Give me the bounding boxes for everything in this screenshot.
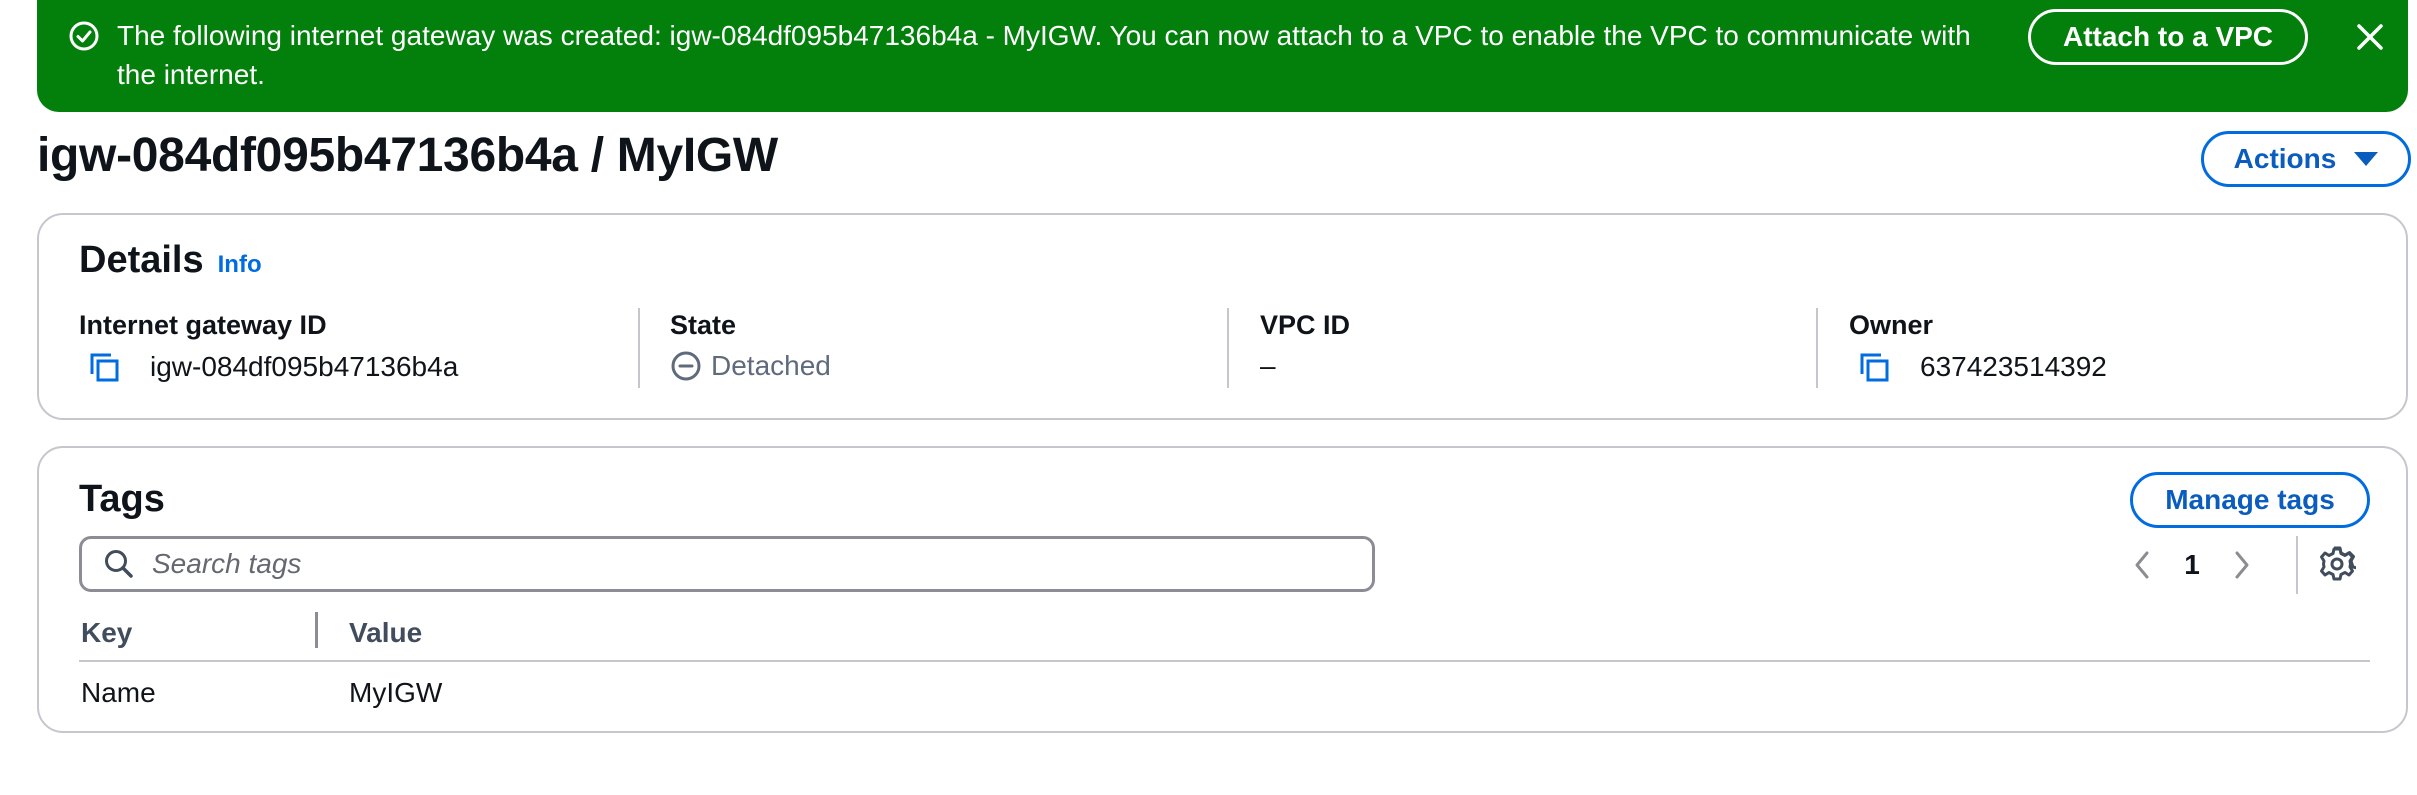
stopped-status-icon	[671, 351, 701, 381]
chevron-left-icon[interactable]	[2127, 545, 2157, 585]
info-link[interactable]: Info	[218, 251, 262, 278]
details-heading: Details Info	[79, 239, 262, 282]
column-header-key[interactable]: Key	[79, 617, 349, 649]
field-label: State	[670, 310, 737, 340]
pagination: 1	[2127, 540, 2257, 590]
page-number[interactable]: 1	[2157, 549, 2227, 581]
pagination-divider	[2296, 536, 2298, 594]
state-field: State Detached	[670, 310, 831, 392]
copy-icon[interactable]	[87, 350, 121, 384]
actions-dropdown-button[interactable]: Actions	[2201, 131, 2411, 187]
tag-key-cell: Name	[81, 677, 156, 708]
copy-icon[interactable]	[1857, 350, 1891, 384]
field-value: igw-084df095b47136b4a	[150, 351, 459, 382]
field-value: Detached	[711, 350, 831, 381]
vpc-id-field: VPC ID –	[1260, 310, 1350, 392]
field-value: 637423514392	[1920, 351, 2107, 382]
column-divider	[1816, 308, 1818, 388]
table-header-row: Key Value	[79, 606, 2370, 662]
flash-message: The following internet gateway was creat…	[117, 20, 1971, 90]
manage-tags-button[interactable]: Manage tags	[2130, 472, 2370, 528]
internet-gateway-id-field: Internet gateway ID igw-084df095b47136b4…	[79, 310, 458, 392]
search-tags-field[interactable]	[79, 536, 1375, 592]
close-icon[interactable]	[2353, 20, 2387, 54]
actions-label: Actions	[2233, 143, 2337, 174]
success-check-icon	[69, 21, 99, 51]
tags-table: Key Value Name MyIGW	[79, 606, 2370, 724]
field-label: VPC ID	[1260, 310, 1351, 340]
table-row: Name MyIGW	[79, 662, 2370, 724]
column-divider	[1227, 308, 1229, 388]
column-resizer[interactable]	[315, 612, 318, 648]
tags-heading: Tags	[79, 478, 165, 520]
details-panel: Details Info Internet gateway ID igw-084d…	[37, 213, 2408, 420]
page-title: igw-084df095b47136b4a / MyIGW	[37, 129, 778, 182]
tags-panel: Tags Manage tags 1 Key Value	[37, 446, 2408, 733]
attach-to-vpc-button[interactable]: Attach to a VPC	[2028, 9, 2308, 65]
chevron-right-icon[interactable]	[2227, 545, 2257, 585]
details-title: Details	[79, 239, 204, 281]
gear-icon[interactable]	[2318, 545, 2356, 583]
field-value: –	[1260, 350, 1276, 381]
tag-value-cell: MyIGW	[349, 677, 443, 708]
field-label: Owner	[1849, 310, 1934, 340]
field-label: Internet gateway ID	[79, 310, 327, 340]
caret-down-icon	[2354, 152, 2379, 166]
success-flash-banner: The following internet gateway was creat…	[37, 0, 2408, 112]
column-divider	[638, 308, 640, 388]
owner-field: Owner 637423514392	[1849, 310, 2107, 392]
search-icon	[105, 550, 133, 578]
search-tags-input[interactable]	[152, 548, 1372, 580]
column-header-value[interactable]: Value	[349, 617, 422, 649]
